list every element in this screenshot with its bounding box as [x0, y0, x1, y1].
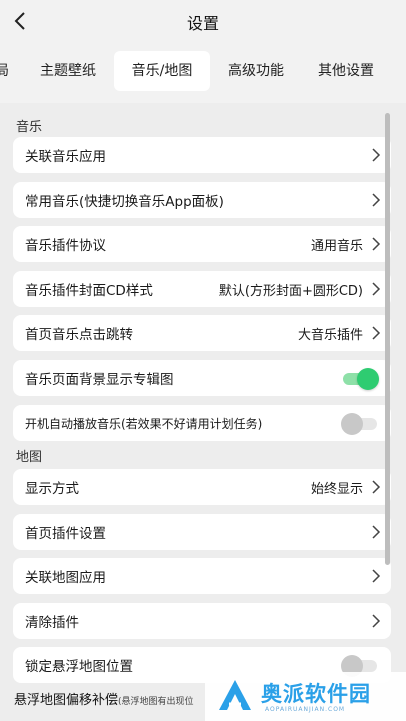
tab-music-map[interactable]: 音乐/地图	[114, 51, 210, 91]
row-value: 大音乐插件	[297, 327, 363, 343]
chevron-right-icon	[372, 525, 381, 539]
chevron-right-icon	[372, 569, 381, 583]
row-label: 清除插件	[25, 615, 79, 631]
chevron-right-icon	[372, 614, 381, 628]
chevron-right-icon	[372, 282, 381, 296]
watermark: 奥派软件园 AOPAIRUANJIAN.COM	[205, 672, 406, 721]
row-label: 关联音乐应用	[25, 149, 106, 165]
chevron-right-icon	[372, 148, 381, 162]
row-home-plugin-settings[interactable]: 首页插件设置	[13, 514, 391, 550]
tab-bar: 局 主题壁纸 音乐/地图 高级功能 其他设置	[0, 48, 406, 96]
row-display-mode[interactable]: 显示方式 始终显示	[13, 469, 391, 505]
album-background-toggle[interactable]	[343, 367, 379, 390]
tab-other-settings[interactable]: 其他设置	[306, 51, 386, 91]
row-home-music-click[interactable]: 首页音乐点击跳转 大音乐插件	[13, 315, 391, 351]
watermark-subtext: AOPAIRUANJIAN.COM	[265, 706, 346, 713]
offset-label-note: (悬浮地图有出现位	[118, 697, 194, 707]
section-label-map: 地图	[16, 450, 43, 465]
chevron-right-icon	[372, 326, 381, 340]
row-label: 音乐页面背景显示专辑图	[25, 372, 174, 388]
row-music-plugin-protocol[interactable]: 音乐插件协议 通用音乐	[13, 226, 391, 262]
tab-theme-wallpaper[interactable]: 主题壁纸	[28, 51, 108, 91]
watermark-logo-icon	[219, 680, 251, 710]
row-linked-music-app[interactable]: 关联音乐应用	[13, 137, 391, 173]
scrollbar[interactable]	[385, 113, 390, 565]
row-album-background: 音乐页面背景显示专辑图	[13, 360, 391, 396]
section-label-music: 音乐	[16, 120, 43, 135]
row-label: 音乐插件协议	[25, 238, 106, 254]
chevron-right-icon	[372, 237, 381, 251]
row-value: 默认(方形封面+圆形CD)	[218, 283, 363, 299]
row-label: 首页音乐点击跳转	[25, 327, 133, 343]
tab-partial[interactable]: 局	[0, 51, 12, 91]
row-linked-map-app[interactable]: 关联地图应用	[13, 558, 391, 594]
row-autoplay-on-boot: 开机自动播放音乐(若效果不好请用计划任务)	[13, 405, 391, 441]
row-label: 显示方式	[25, 481, 79, 497]
row-label: 开机自动播放音乐(若效果不好请用计划任务)	[25, 416, 263, 431]
row-label: 常用音乐(快捷切换音乐App面板)	[25, 194, 224, 210]
tab-advanced[interactable]: 高级功能	[216, 51, 296, 91]
row-label: 首页插件设置	[25, 526, 106, 542]
row-value: 通用音乐	[310, 238, 363, 254]
row-value: 始终显示	[310, 481, 363, 497]
floating-map-offset-label[interactable]: 悬浮地图偏移补偿(悬浮地图有出现位	[14, 689, 194, 708]
row-common-music[interactable]: 常用音乐(快捷切换音乐App面板)	[13, 182, 391, 218]
page-title: 设置	[186, 14, 219, 33]
row-label: 音乐插件封面CD样式	[25, 283, 153, 299]
chevron-right-icon	[372, 193, 381, 207]
watermark-text: 奥派软件园	[261, 682, 371, 706]
offset-label-text: 悬浮地图偏移补偿	[14, 693, 119, 708]
row-clear-plugin[interactable]: 清除插件	[13, 603, 391, 639]
top-bar: 设置	[0, 0, 406, 44]
autoplay-toggle[interactable]	[341, 412, 379, 435]
row-label: 关联地图应用	[25, 570, 106, 586]
chevron-right-icon	[372, 480, 381, 494]
row-cover-cd-style[interactable]: 音乐插件封面CD样式 默认(方形封面+圆形CD)	[13, 271, 391, 307]
